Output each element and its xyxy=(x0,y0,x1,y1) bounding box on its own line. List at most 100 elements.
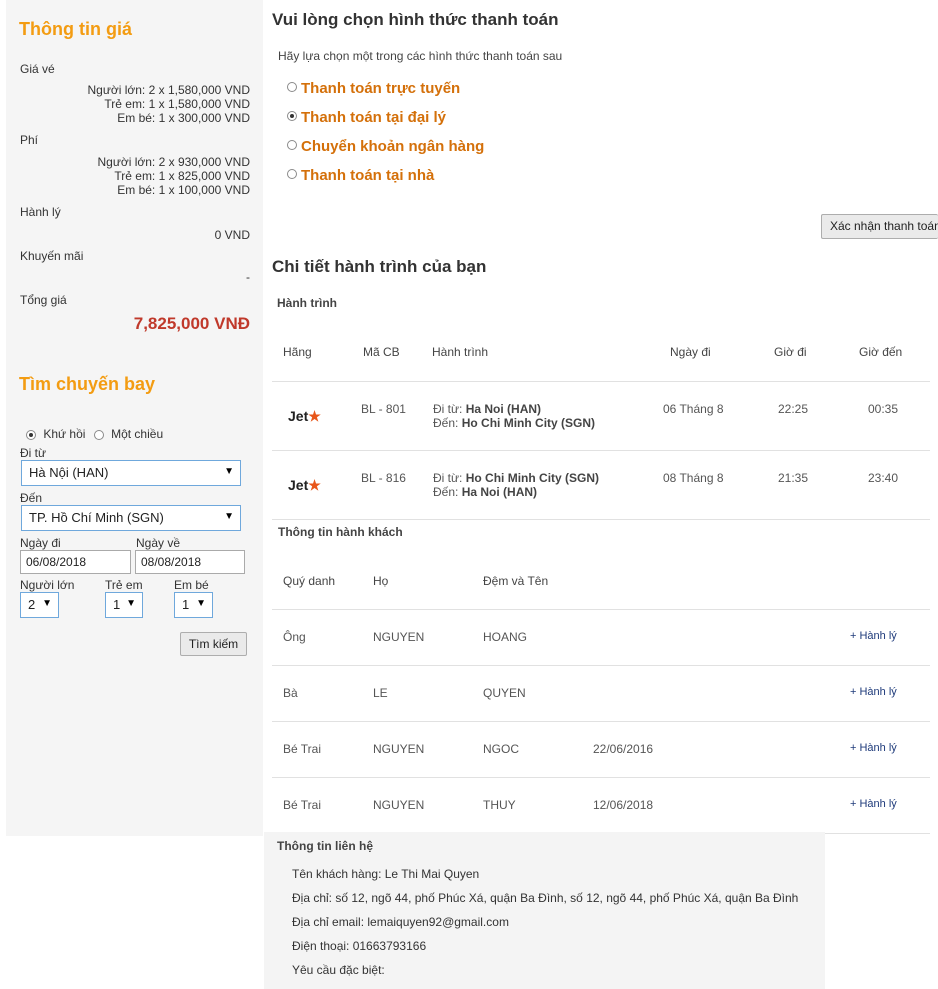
adult-select[interactable]: 2 ▼ xyxy=(20,592,59,618)
from-prefix: Đi từ: xyxy=(433,402,463,416)
flight-depart: 22:25 xyxy=(778,402,809,416)
flight-to: Ho Chi Minh City (SGN) xyxy=(461,416,596,430)
baggage-label: Hành lý xyxy=(20,205,61,219)
fare-label: Giá vé xyxy=(20,62,55,76)
passenger-first: HOANG xyxy=(483,630,528,644)
divider xyxy=(272,609,930,610)
passenger-first: NGOC xyxy=(483,742,519,756)
round-trip-label: Khứ hồi xyxy=(43,427,86,441)
fee-lines: Người lớn: 2 x 930,000 VND Trẻ em: 1 x 8… xyxy=(97,155,250,197)
infant-label: Em bé xyxy=(174,578,209,592)
passenger-title: Ông xyxy=(283,630,306,644)
itinerary-title: Chi tiết hành trình của bạn xyxy=(272,257,487,276)
fare-lines: Người lớn: 2 x 1,580,000 VND Trẻ em: 1 x… xyxy=(87,83,250,125)
th-last-name: Họ xyxy=(373,574,389,588)
passenger-last: LE xyxy=(373,686,388,700)
from-prefix: Đi từ: xyxy=(433,471,463,485)
th-title: Quý danh xyxy=(283,574,336,588)
divider xyxy=(272,665,930,666)
th-airline: Hãng xyxy=(283,345,312,359)
return-date-input[interactable]: 08/08/2018 xyxy=(135,550,245,574)
one-way-label: Một chiều xyxy=(111,427,164,441)
search-title: Tìm chuyến bay xyxy=(19,374,156,394)
logo-text: Jet xyxy=(288,477,309,493)
passenger-title: Bé Trai xyxy=(283,742,322,756)
payment-home-label: Thanh toán tại nhà xyxy=(301,167,435,184)
search-button[interactable]: Tìm kiếm xyxy=(180,632,247,656)
payment-option-agency[interactable]: Thanh toán tại đại lý xyxy=(287,109,446,126)
to-value: TP. Hồ Chí Minh (SGN) xyxy=(29,510,164,525)
flight-code: BL - 801 xyxy=(361,402,406,416)
contact-special-request: Yêu cầu đặc biệt: xyxy=(292,963,385,977)
from-value: Hà Nội (HAN) xyxy=(29,465,109,480)
payment-agency-radio[interactable] xyxy=(287,111,297,122)
flight-route: Đi từ: Ho Chi Minh City (SGN) Đến: Ha No… xyxy=(433,471,599,499)
divider xyxy=(272,381,930,382)
payment-option-bank[interactable]: Chuyển khoản ngân hàng xyxy=(287,138,484,155)
add-baggage-link[interactable]: + Hành lý xyxy=(850,798,897,810)
child-value: 1 xyxy=(113,597,121,612)
add-baggage-link[interactable]: + Hành lý xyxy=(850,742,897,754)
add-baggage-link[interactable]: + Hành lý xyxy=(850,686,897,698)
divider xyxy=(272,777,930,778)
logo-text: Jet xyxy=(288,408,309,424)
payment-home-radio[interactable] xyxy=(287,169,297,180)
fare-child: Trẻ em: 1 x 1,580,000 VND xyxy=(104,97,250,111)
fee-infant: Em bé: 1 x 100,000 VND xyxy=(117,183,250,197)
passenger-first: QUYEN xyxy=(483,686,526,700)
round-trip-radio[interactable] xyxy=(26,429,36,440)
passenger-dob: 12/06/2018 xyxy=(593,798,654,812)
price-info-title: Thông tin giá xyxy=(19,19,132,39)
contact-name: Tên khách hàng: Le Thi Mai Quyen xyxy=(292,867,480,881)
to-select[interactable]: TP. Hồ Chí Minh (SGN) ▼ xyxy=(21,505,241,531)
fee-label: Phí xyxy=(20,133,39,147)
itinerary-section-label: Hành trình xyxy=(277,296,337,310)
fare-adult: Người lớn: 2 x 1,580,000 VND xyxy=(87,83,250,97)
from-label: Đi từ xyxy=(20,446,47,460)
chevron-down-icon: ▼ xyxy=(224,466,234,477)
adult-value: 2 xyxy=(28,597,36,612)
baggage-value: 0 VND xyxy=(214,228,250,242)
th-route: Hành trình xyxy=(432,345,489,359)
depart-date-input[interactable]: 06/08/2018 xyxy=(20,550,131,574)
promo-label: Khuyến mãi xyxy=(20,249,84,263)
th-depart-time: Giờ đi xyxy=(774,345,807,359)
contact-address: Địa chỉ: số 12, ngõ 44, phố Phúc Xá, quậ… xyxy=(292,891,799,905)
th-date: Ngày đi xyxy=(670,345,711,359)
fee-child: Trẻ em: 1 x 825,000 VND xyxy=(114,169,250,183)
flight-date: 06 Tháng 8 xyxy=(663,402,724,416)
one-way-radio[interactable] xyxy=(93,429,104,440)
flight-arrive: 23:40 xyxy=(868,471,899,485)
flight-from: Ho Chi Minh City (SGN) xyxy=(465,471,600,485)
promo-value: - xyxy=(246,270,250,284)
flight-route: Đi từ: Ha Noi (HAN) Đến: Ho Chi Minh Cit… xyxy=(433,402,595,430)
payment-online-radio[interactable] xyxy=(287,82,297,93)
contact-phone: Điện thoại: 01663793166 xyxy=(292,939,427,953)
payment-bank-label: Chuyển khoản ngân hàng xyxy=(301,138,485,155)
to-prefix: Đến: xyxy=(433,416,459,430)
adult-label: Người lớn xyxy=(20,578,75,592)
confirm-payment-button[interactable]: Xác nhận thanh toán xyxy=(821,214,938,239)
payment-option-online[interactable]: Thanh toán trực tuyến xyxy=(287,80,460,97)
payment-option-home[interactable]: Thanh toán tại nhà xyxy=(287,167,434,184)
add-baggage-link[interactable]: + Hành lý xyxy=(850,630,897,642)
passenger-title: Bà xyxy=(283,686,298,700)
contact-email: Địa chỉ email: lemaiquyen92@gmail.com xyxy=(292,915,509,929)
fare-infant: Em bé: 1 x 300,000 VND xyxy=(117,111,250,125)
infant-select[interactable]: 1 ▼ xyxy=(174,592,213,618)
th-flight-code: Mã CB xyxy=(363,345,400,359)
passenger-last: NGUYEN xyxy=(373,630,425,644)
divider xyxy=(272,450,930,451)
payment-title: Vui lòng chọn hình thức thanh toán xyxy=(272,10,559,29)
from-select[interactable]: Hà Nội (HAN) ▼ xyxy=(21,460,241,486)
passenger-first: THUY xyxy=(483,798,516,812)
jetstar-logo: Jet★ xyxy=(288,408,321,425)
passenger-dob: 22/06/2016 xyxy=(593,742,654,756)
to-prefix: Đến: xyxy=(433,485,459,499)
th-first-name: Đệm và Tên xyxy=(483,574,549,588)
sidebar: Thông tin giá Giá vé Người lớn: 2 x 1,58… xyxy=(6,0,263,836)
infant-value: 1 xyxy=(182,597,190,612)
child-select[interactable]: 1 ▼ xyxy=(105,592,143,618)
payment-bank-radio[interactable] xyxy=(287,140,297,151)
flight-date: 08 Tháng 8 xyxy=(663,471,724,485)
